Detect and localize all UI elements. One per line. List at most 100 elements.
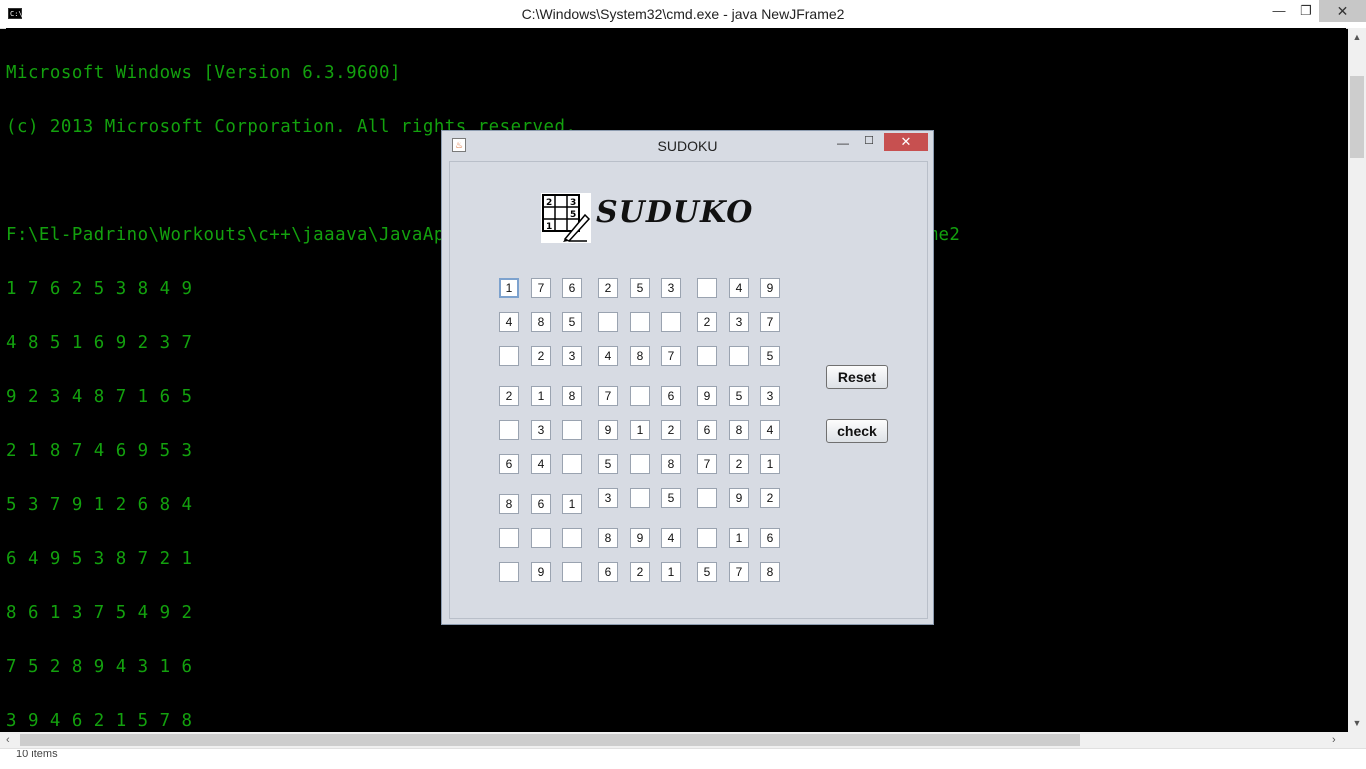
sudoku-cell[interactable]: 8 bbox=[729, 420, 749, 440]
sudoku-cell[interactable]: 1 bbox=[499, 278, 519, 298]
sudoku-cell[interactable] bbox=[697, 488, 717, 508]
sudoku-cell[interactable]: 9 bbox=[630, 528, 650, 548]
sudoku-cell[interactable] bbox=[562, 562, 582, 582]
sudoku-cell[interactable]: 1 bbox=[760, 454, 780, 474]
sudoku-cell[interactable]: 5 bbox=[697, 562, 717, 582]
sudoku-cell[interactable] bbox=[499, 346, 519, 366]
sudoku-cell[interactable]: 2 bbox=[729, 454, 749, 474]
vertical-scrollbar[interactable]: ▲ ▼ bbox=[1348, 28, 1366, 732]
sudoku-cell[interactable]: 3 bbox=[661, 278, 681, 298]
sudoku-cell[interactable]: 1 bbox=[661, 562, 681, 582]
sudoku-cell[interactable] bbox=[630, 312, 650, 332]
sudoku-cell[interactable]: 1 bbox=[729, 528, 749, 548]
sudoku-cell[interactable] bbox=[499, 562, 519, 582]
sudoku-cell[interactable]: 4 bbox=[661, 528, 681, 548]
sudoku-cell[interactable]: 2 bbox=[760, 488, 780, 508]
sudoku-cell[interactable] bbox=[630, 386, 650, 406]
minimize-button[interactable]: — bbox=[1265, 0, 1293, 22]
sudoku-cell[interactable]: 9 bbox=[729, 488, 749, 508]
sudoku-cell[interactable]: 4 bbox=[729, 278, 749, 298]
sudoku-cell[interactable]: 3 bbox=[531, 420, 551, 440]
sudoku-cell[interactable]: 6 bbox=[697, 420, 717, 440]
sudoku-cell[interactable]: 5 bbox=[661, 488, 681, 508]
sudoku-cell[interactable]: 7 bbox=[598, 386, 618, 406]
sudoku-cell[interactable] bbox=[499, 528, 519, 548]
sudoku-cell[interactable]: 8 bbox=[661, 454, 681, 474]
sudoku-cell[interactable] bbox=[598, 312, 618, 332]
sudoku-cell[interactable] bbox=[531, 528, 551, 548]
scroll-right-arrow-icon[interactable]: › bbox=[1332, 732, 1346, 748]
restore-button[interactable]: ❐ bbox=[1293, 0, 1319, 22]
sudoku-cell[interactable]: 1 bbox=[531, 386, 551, 406]
close-button[interactable]: ✕ bbox=[884, 133, 928, 151]
sudoku-cell[interactable]: 1 bbox=[630, 420, 650, 440]
horizontal-scrollbar[interactable]: ‹ › bbox=[0, 732, 1348, 748]
sudoku-cell[interactable]: 8 bbox=[562, 386, 582, 406]
sudoku-cell[interactable] bbox=[562, 420, 582, 440]
sudoku-cell[interactable] bbox=[630, 454, 650, 474]
sudoku-cell[interactable] bbox=[697, 278, 717, 298]
sudoku-cell[interactable]: 3 bbox=[760, 386, 780, 406]
check-button[interactable]: check bbox=[826, 419, 888, 443]
sudoku-cell[interactable]: 8 bbox=[760, 562, 780, 582]
sudoku-cell[interactable]: 7 bbox=[729, 562, 749, 582]
sudoku-cell[interactable]: 2 bbox=[499, 386, 519, 406]
minimize-button[interactable]: — bbox=[836, 137, 850, 151]
sudoku-cell[interactable]: 9 bbox=[531, 562, 551, 582]
sudoku-cell[interactable]: 7 bbox=[531, 278, 551, 298]
sudoku-cell[interactable]: 3 bbox=[562, 346, 582, 366]
sudoku-cell[interactable]: 2 bbox=[697, 312, 717, 332]
sudoku-cell[interactable]: 4 bbox=[598, 346, 618, 366]
maximize-button[interactable]: ☐ bbox=[862, 135, 876, 149]
sudoku-cell[interactable] bbox=[697, 528, 717, 548]
reset-button[interactable]: Reset bbox=[826, 365, 888, 389]
vertical-scroll-thumb[interactable] bbox=[1350, 76, 1364, 158]
sudoku-cell[interactable]: 9 bbox=[598, 420, 618, 440]
sudoku-cell[interactable] bbox=[630, 488, 650, 508]
sudoku-cell[interactable] bbox=[697, 346, 717, 366]
sudoku-cell[interactable]: 2 bbox=[661, 420, 681, 440]
sudoku-cell[interactable]: 6 bbox=[562, 278, 582, 298]
sudoku-cell[interactable]: 6 bbox=[499, 454, 519, 474]
sudoku-cell[interactable]: 5 bbox=[729, 386, 749, 406]
sudoku-cell[interactable]: 4 bbox=[499, 312, 519, 332]
sudoku-cell[interactable]: 6 bbox=[760, 528, 780, 548]
sudoku-cell[interactable]: 6 bbox=[531, 494, 551, 514]
sudoku-cell[interactable]: 5 bbox=[630, 278, 650, 298]
sudoku-cell[interactable]: 9 bbox=[760, 278, 780, 298]
sudoku-cell[interactable]: 6 bbox=[661, 386, 681, 406]
sudoku-cell[interactable]: 6 bbox=[598, 562, 618, 582]
sudoku-cell[interactable]: 9 bbox=[697, 386, 717, 406]
scroll-down-arrow-icon[interactable]: ▼ bbox=[1348, 714, 1366, 732]
sudoku-cell[interactable] bbox=[729, 346, 749, 366]
cmd-titlebar[interactable]: C:\ C:\Windows\System32\cmd.exe - java N… bbox=[0, 0, 1366, 29]
sudoku-cell[interactable] bbox=[499, 420, 519, 440]
sudoku-titlebar[interactable]: ♨ SUDOKU — ☐ ✕ bbox=[442, 131, 933, 161]
sudoku-cell[interactable]: 7 bbox=[760, 312, 780, 332]
sudoku-cell[interactable]: 5 bbox=[562, 312, 582, 332]
sudoku-cell[interactable]: 4 bbox=[760, 420, 780, 440]
sudoku-cell[interactable]: 5 bbox=[598, 454, 618, 474]
sudoku-cell[interactable]: 8 bbox=[598, 528, 618, 548]
sudoku-cell[interactable]: 8 bbox=[531, 312, 551, 332]
sudoku-cell[interactable]: 5 bbox=[760, 346, 780, 366]
sudoku-cell[interactable]: 3 bbox=[598, 488, 618, 508]
sudoku-window[interactable]: ♨ SUDOKU — ☐ ✕ 2 3 5 1 SUDUKO 1762534948… bbox=[441, 130, 934, 625]
sudoku-cell[interactable]: 2 bbox=[630, 562, 650, 582]
sudoku-cell[interactable]: 7 bbox=[661, 346, 681, 366]
close-button[interactable]: ✕ bbox=[1319, 0, 1366, 22]
sudoku-cell[interactable] bbox=[562, 528, 582, 548]
sudoku-cell[interactable]: 2 bbox=[531, 346, 551, 366]
sudoku-cell[interactable]: 7 bbox=[697, 454, 717, 474]
sudoku-cell[interactable]: 3 bbox=[729, 312, 749, 332]
sudoku-cell[interactable] bbox=[562, 454, 582, 474]
sudoku-cell[interactable]: 8 bbox=[630, 346, 650, 366]
sudoku-cell[interactable]: 8 bbox=[499, 494, 519, 514]
sudoku-cell[interactable]: 1 bbox=[562, 494, 582, 514]
sudoku-cell[interactable]: 2 bbox=[598, 278, 618, 298]
horizontal-scroll-thumb[interactable] bbox=[20, 734, 1080, 746]
sudoku-cell[interactable] bbox=[661, 312, 681, 332]
scroll-left-arrow-icon[interactable]: ‹ bbox=[6, 732, 20, 748]
sudoku-cell[interactable]: 4 bbox=[531, 454, 551, 474]
scroll-up-arrow-icon[interactable]: ▲ bbox=[1348, 28, 1366, 46]
